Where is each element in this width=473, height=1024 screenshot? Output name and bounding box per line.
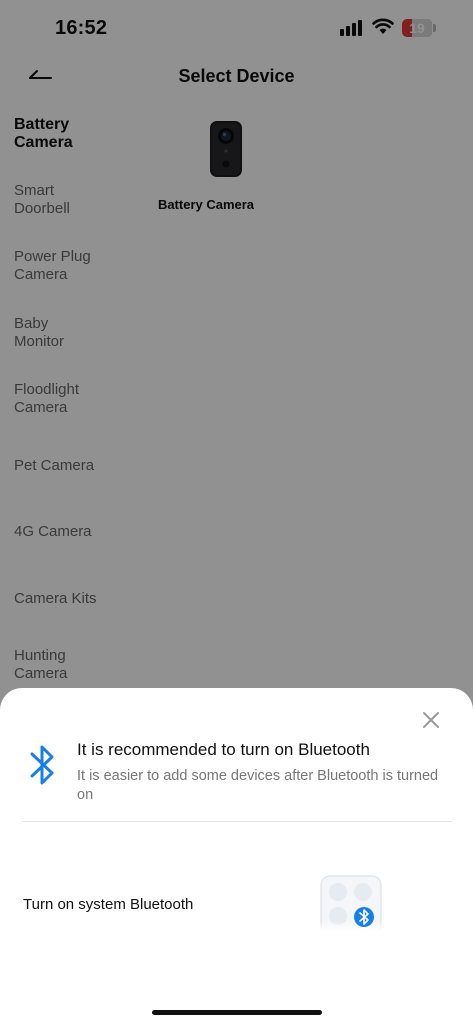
bluetooth-bottom-sheet: It is recommended to turn on Bluetooth I… <box>0 688 473 1024</box>
close-icon[interactable] <box>421 710 441 730</box>
bluetooth-icon <box>30 745 54 785</box>
bluetooth-settings-icon[interactable] <box>320 875 382 931</box>
turn-on-bluetooth-option[interactable]: Turn on system Bluetooth <box>23 896 193 913</box>
divider <box>22 821 452 822</box>
home-indicator <box>152 1010 322 1015</box>
sheet-subtitle: It is easier to add some devices after B… <box>77 768 439 803</box>
sheet-title: It is recommended to turn on Bluetooth <box>77 740 370 759</box>
